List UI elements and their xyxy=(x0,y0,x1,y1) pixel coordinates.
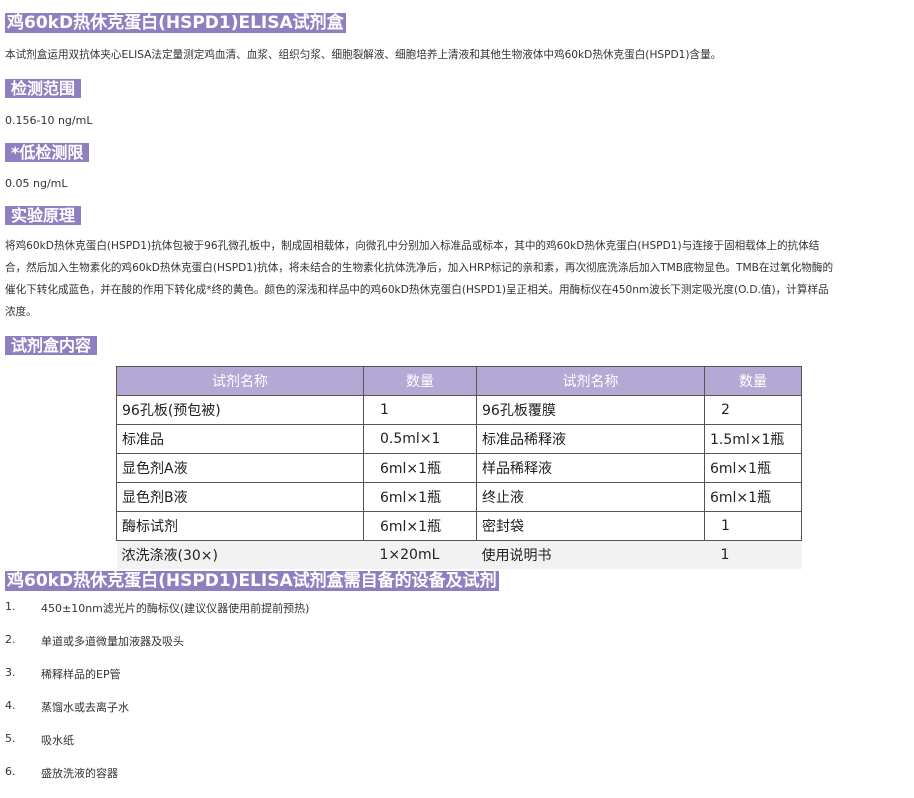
table-cell: 标准品 xyxy=(116,424,364,454)
table-cell: 6ml×1瓶 xyxy=(363,482,477,512)
table-cell: 96孔板覆膜 xyxy=(476,395,705,425)
list-number: 4. xyxy=(5,699,16,712)
table-cell: 标准品稀释液 xyxy=(476,424,705,454)
list-number: 1. xyxy=(5,600,16,613)
table-cell: 1×20mL xyxy=(363,540,477,569)
list-number: 5. xyxy=(5,732,16,745)
principle-line: 浓度。 xyxy=(5,306,37,318)
table-cell: 酶标试剂 xyxy=(116,511,364,541)
section-heading-equipment: 鸡60kD热休克蛋白(HSPD1)ELISA试剂盒需自备的设备及试剂 xyxy=(5,571,499,591)
list-text: 稀释样品的EP管 xyxy=(41,668,121,681)
table-header-row: 试剂名称 数量 试剂名称 数量 xyxy=(116,366,802,396)
principle-line: 催化下转化成蓝色，并在酸的作用下转化成*终的黄色。颜色的深浅和样品中的鸡60kD… xyxy=(5,284,829,296)
list-text: 单道或多道微量加液器及吸头 xyxy=(41,635,184,648)
column-header: 试剂名称 xyxy=(476,366,705,396)
table-cell: 1 xyxy=(704,511,802,541)
kit-contents-table: 试剂名称 数量 试剂名称 数量 96孔板(预包被) 1 96孔板覆膜 2 标准品… xyxy=(116,366,802,569)
table-cell: 浓洗涤液(30×) xyxy=(116,540,364,569)
table-cell: 6ml×1瓶 xyxy=(704,453,802,483)
column-header: 数量 xyxy=(704,366,802,396)
list-number: 6. xyxy=(5,765,16,778)
table-cell: 6ml×1瓶 xyxy=(363,453,477,483)
table-row: 浓洗涤液(30×) 1×20mL 使用说明书 1 xyxy=(116,540,802,569)
list-number: 2. xyxy=(5,633,16,646)
table-cell: 样品稀释液 xyxy=(476,453,705,483)
table-cell: 显色剂B液 xyxy=(116,482,364,512)
principle-line: 将鸡60kD热休克蛋白(HSPD1)抗体包被于96孔微孔板中，制成固相载体，向微… xyxy=(5,240,820,252)
table-cell: 终止液 xyxy=(476,482,705,512)
column-header: 数量 xyxy=(363,366,477,396)
table-cell: 1.5ml×1瓶 xyxy=(704,424,802,454)
list-number: 3. xyxy=(5,666,16,679)
table-cell: 0.5ml×1 xyxy=(363,424,477,454)
list-text: 450±10nm滤光片的酶标仪(建议仪器使用前提前预热) xyxy=(41,602,310,615)
list-text: 盛放洗液的容器 xyxy=(41,767,118,780)
lod-value: 0.05 ng/mL xyxy=(5,177,68,190)
section-heading-lod: *低检测限 xyxy=(5,143,90,162)
section-heading-kit: 试剂盒内容 xyxy=(5,336,98,355)
table-row: 显色剂B液 6ml×1瓶 终止液 6ml×1瓶 xyxy=(116,482,802,512)
range-value: 0.156-10 ng/mL xyxy=(5,114,93,127)
table-row: 酶标试剂 6ml×1瓶 密封袋 1 xyxy=(116,511,802,541)
table-row: 96孔板(预包被) 1 96孔板覆膜 2 xyxy=(116,395,802,425)
table-cell: 1 xyxy=(363,395,477,425)
table-row: 显色剂A液 6ml×1瓶 样品稀释液 6ml×1瓶 xyxy=(116,453,802,483)
table-cell: 6ml×1瓶 xyxy=(363,511,477,541)
table-row: 标准品 0.5ml×1 标准品稀释液 1.5ml×1瓶 xyxy=(116,424,802,454)
table-cell: 显色剂A液 xyxy=(116,453,364,483)
principle-line: 合，然后加入生物素化的鸡60kD热休克蛋白(HSPD1)抗体，将未结合的生物素化… xyxy=(5,262,834,274)
table-cell: 1 xyxy=(704,540,802,569)
table-cell: 密封袋 xyxy=(476,511,705,541)
table-cell: 2 xyxy=(704,395,802,425)
table-cell: 6ml×1瓶 xyxy=(704,482,802,512)
intro-text: 本试剂盒运用双抗体夹心ELISA法定量测定鸡血清、血浆、组织匀浆、细胞裂解液、细… xyxy=(5,49,722,61)
column-header: 试剂名称 xyxy=(116,366,364,396)
page-title: 鸡60kD热休克蛋白(HSPD1)ELISA试剂盒 xyxy=(5,13,346,33)
section-heading-principle: 实验原理 xyxy=(5,206,82,225)
table-cell: 96孔板(预包被) xyxy=(116,395,364,425)
section-heading-range: 检测范围 xyxy=(5,79,82,98)
principle-paragraph: 将鸡60kD热休克蛋白(HSPD1)抗体包被于96孔微孔板中，制成固相载体，向微… xyxy=(5,235,910,323)
table-cell: 使用说明书 xyxy=(476,540,705,569)
list-text: 蒸馏水或去离子水 xyxy=(41,701,129,714)
list-text: 吸水纸 xyxy=(41,734,74,747)
